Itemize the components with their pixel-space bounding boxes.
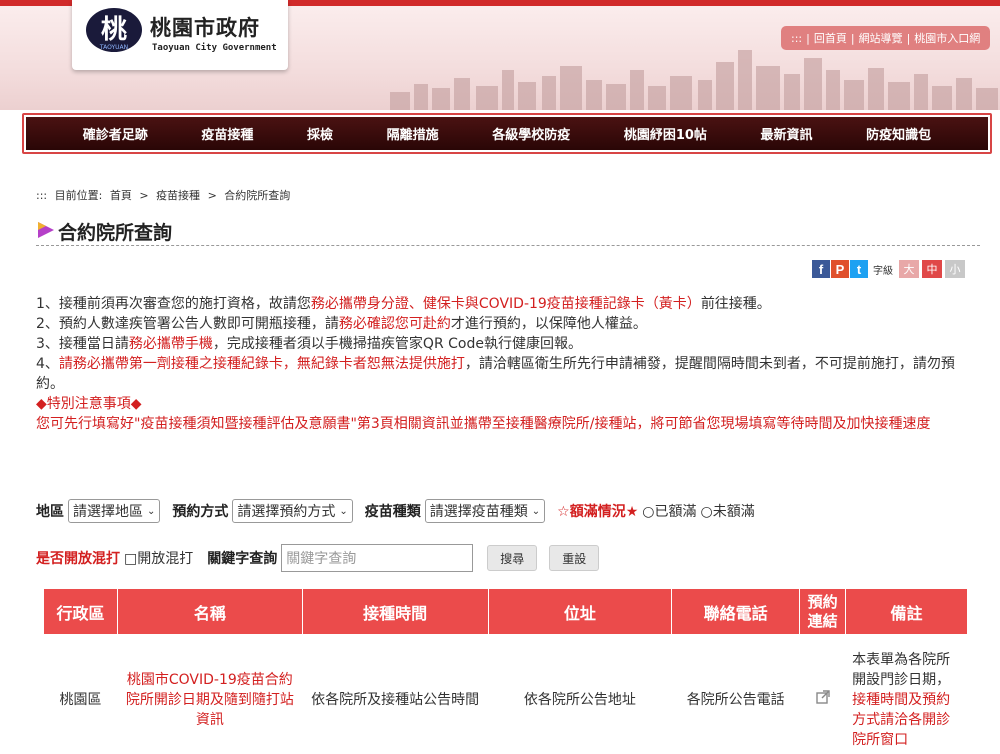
breadcrumb-marker: ::: [36,189,48,202]
plurk-icon[interactable]: P [831,260,849,278]
chevron-down-icon: ⌄ [147,505,156,517]
portal-link[interactable]: 桃園市入口網 [914,30,980,46]
taoyuan-logo-icon: 桃 TAOYUAN [86,8,142,52]
col-name: 名稱 [116,588,303,635]
accessibility-marker[interactable]: ::: [791,32,802,45]
breadcrumb-sep: > [139,189,149,202]
breadcrumb-vaccine[interactable]: 疫苗接種 [156,189,200,202]
nav-item-footprint[interactable]: 確診者足跡 [83,124,148,143]
font-size-large-button[interactable]: 大 [899,260,919,278]
keyword-label: 關鍵字查詢 [207,551,278,567]
svg-text:TAOYUAN: TAOYUAN [99,44,128,51]
col-booking: 預約連結 [799,588,847,635]
cell-time: 依各院所及接種站公告時間 [301,634,489,754]
cell-booking [799,634,847,754]
col-note: 備註 [845,588,968,635]
chevron-down-icon: ⌄ [339,505,348,517]
vaccine-label: 疫苗種類 [364,504,421,520]
site-title: 桃園市政府 [150,16,260,40]
svg-text:桃: 桃 [101,15,127,45]
external-link-icon[interactable] [815,689,831,705]
chevron-down-icon: ⌄ [531,505,541,517]
twitter-icon[interactable]: t [850,260,868,278]
breadcrumb-current[interactable]: 合約院所查詢 [224,189,290,202]
breadcrumb-home[interactable]: 首頁 [110,189,132,202]
site-header: 桃 TAOYUAN 桃園市政府 Taoyuan City Government … [0,0,1000,110]
full-no-radio[interactable]: ○未額滿 [701,501,755,521]
city-skyline-image [390,50,998,110]
cell-address: 依各院所公告地址 [487,634,673,754]
table-row: 桃園區 桃園市COVID-19疫苗合約院所開診日期及隨到隨打站資訊 依各院所及接… [43,634,968,754]
keyword-input[interactable]: 關鍵字查詢 [281,544,474,572]
font-size-medium-button[interactable]: 中 [922,260,942,278]
search-button[interactable]: 搜尋 [487,545,538,571]
vaccine-select[interactable]: 請選擇疫苗種類 ⌄ [424,499,546,523]
col-time: 接種時間 [301,588,489,635]
separator: | [906,31,911,45]
separator: | [850,31,855,45]
nav-item-news[interactable]: 最新資訊 [761,124,813,143]
mix-label: 是否開放混打 [36,551,120,567]
notice-item-2: 2、預約人數達疾管署公告人數即可開瓶接種，請務必確認您可赴約才進行預約，以保障他… [36,316,647,332]
col-address: 位址 [487,588,673,635]
nav-item-quarantine[interactable]: 隔離措施 [387,124,439,143]
logo[interactable]: 桃 TAOYUAN 桃園市政府 Taoyuan City Government [72,0,288,70]
area-select[interactable]: 請選擇地區 ⌄ [68,499,161,523]
font-size-small-button[interactable]: 小 [945,260,965,278]
special-notice-title: ◆特別注意事項◆ [36,396,142,412]
nav-item-knowledge[interactable]: 防疫知識包 [866,124,931,143]
full-status-label: ☆額滿情況★ [557,504,639,520]
method-label: 預約方式 [172,504,229,520]
notice-item-1: 1、接種前須再次審查您的施打資格，故請您務必攜帶身分證、健保卡與COVID-19… [36,296,771,312]
full-yes-radio[interactable]: ○已額滿 [642,501,696,521]
clinics-table: 行政區 名稱 接種時間 位址 聯絡電話 預約連結 備註 桃園區 桃園市COVID… [43,588,968,754]
separator: | [806,31,810,45]
notice-item-4: 4、請務必攜帶第一劑接種之接種紀錄卡，無紀錄卡者恕無法提供施打，請洽轄區衛生所先… [36,356,955,392]
notice-item-3: 3、接種當日請務必攜帶手機，完成接種者須以手機掃描疾管家QR Code執行健康回… [36,336,582,352]
filter-row-2: 是否開放混打 □開放混打 關鍵字查詢 關鍵字查詢 搜尋 重設 [36,544,600,572]
col-phone: 聯絡電話 [671,588,801,635]
method-select[interactable]: 請選擇預約方式 ⌄ [232,499,353,523]
cell-note: 本表單為各院所開設門診日期，接種時間及預約方式請洽各開診院所窗口 [845,634,968,754]
nav-item-schools[interactable]: 各級學校防疫 [492,124,570,143]
vaccination-notice: 1、接種前須再次審查您的施打資格，故請您務必攜帶身分證、健保卡與COVID-19… [36,294,980,434]
cell-phone: 各院所公告電話 [671,634,801,754]
col-district: 行政區 [43,588,118,635]
breadcrumb: ::: 目前位置: 首頁 > 疫苗接種 > 合約院所查詢 [36,187,294,203]
breadcrumb-sep: > [207,189,217,202]
area-label: 地區 [36,504,64,520]
special-notice-text: 您可先行填寫好"疫苗接種須知暨接種評估及意願書"第3頁相關資訊並攜帶至接種醫療院… [36,416,931,432]
table-header-row: 行政區 名稱 接種時間 位址 聯絡電話 預約連結 備註 [43,588,968,635]
top-links: ::: | 回首頁 | 網站導覽 | 桃園市入口網 [781,26,991,50]
cell-district: 桃園區 [43,634,118,754]
cell-name-link[interactable]: 桃園市COVID-19疫苗合約院所開診日期及隨到隨打站資訊 [116,634,303,754]
nav-item-vaccine[interactable]: 疫苗接種 [201,124,253,143]
mix-checkbox[interactable]: □開放混打 [124,548,193,568]
facebook-icon[interactable]: f [812,260,830,278]
breadcrumb-label: 目前位置: [54,189,103,202]
nav-item-testing[interactable]: 採檢 [307,124,333,143]
filter-row: 地區 請選擇地區 ⌄ 預約方式 請選擇預約方式 ⌄ 疫苗種類 請選擇疫苗種類 ⌄ ☆額… [36,499,755,523]
site-subtitle: Taoyuan City Government [152,43,277,53]
page-title: 合約院所查詢 [58,222,173,244]
home-link[interactable]: 回首頁 [814,30,847,46]
share-toolbar: f P t 字級 大 中 小 [812,260,965,278]
font-size-label: 字級 [873,265,893,277]
nav-item-relief[interactable]: 桃園紓困10帖 [624,124,707,143]
play-triangle-icon [38,222,54,238]
main-nav: 確診者足跡 疫苗接種 採檢 隔離措施 各級學校防疫 桃園紓困10帖 最新資訊 防… [26,117,988,150]
main-nav-frame: 確診者足跡 疫苗接種 採檢 隔離措施 各級學校防疫 桃園紓困10帖 最新資訊 防… [22,113,992,154]
reset-button[interactable]: 重設 [549,545,600,571]
sitemap-link[interactable]: 網站導覽 [859,30,903,46]
page-title-row: 合約院所查詢 [36,216,980,246]
